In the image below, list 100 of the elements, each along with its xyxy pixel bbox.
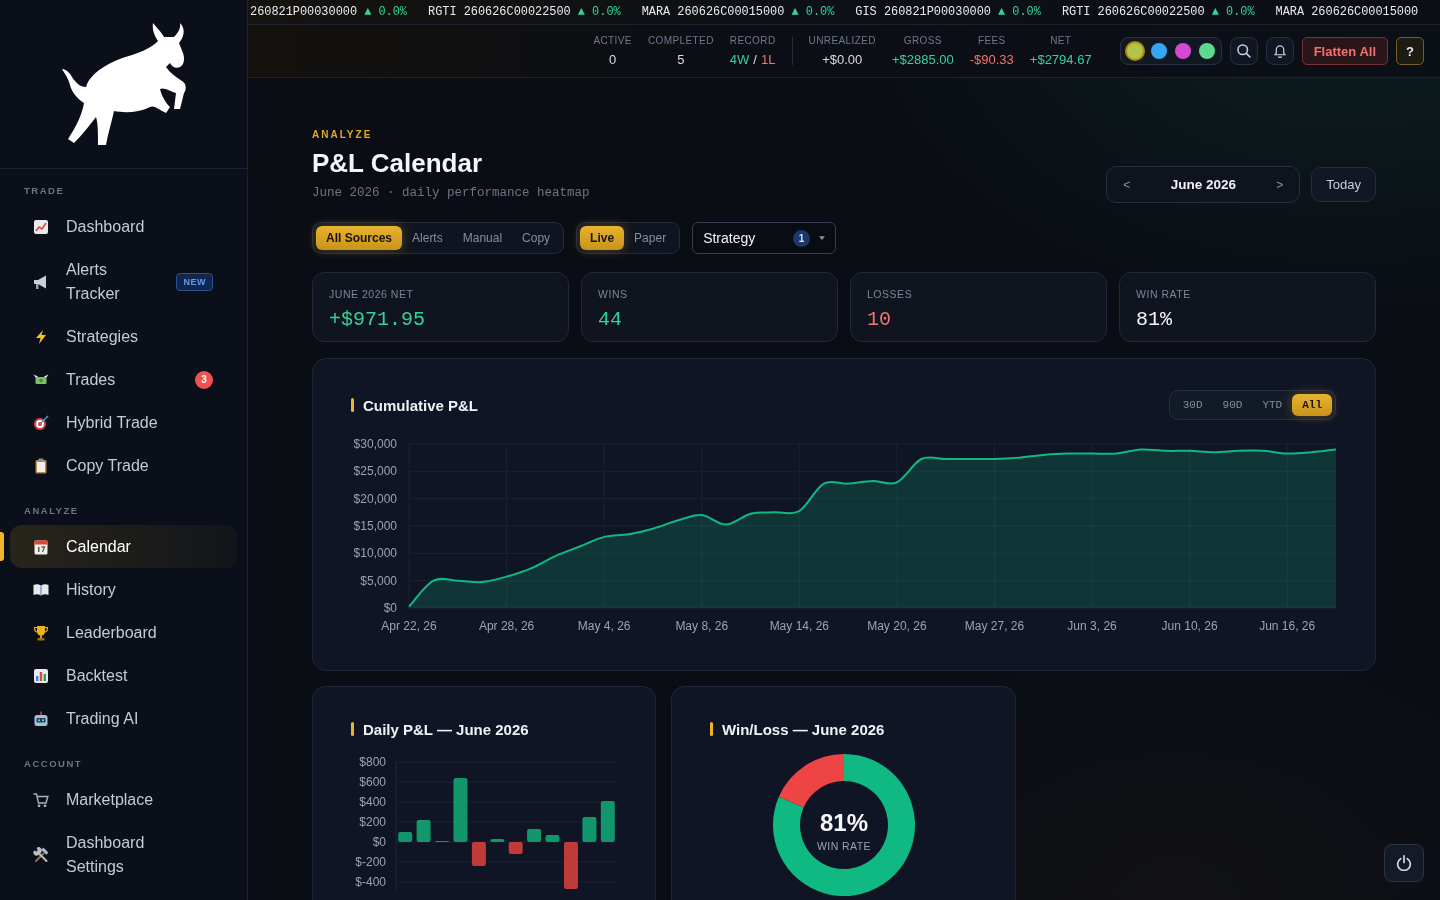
count-badge: 1	[793, 229, 811, 247]
axis-label: Jun 16, 26	[1259, 619, 1316, 633]
chart-bar	[398, 832, 413, 842]
bar-chart-icon	[33, 667, 49, 684]
filter-tab[interactable]: All Sources	[316, 226, 403, 250]
sidebar-item[interactable]: Marketplace	[0, 778, 237, 821]
power-button[interactable]	[1384, 844, 1424, 882]
axis-label: $600	[359, 775, 386, 789]
swatch-icon[interactable]	[1198, 43, 1215, 59]
axis-label: $200	[359, 815, 386, 829]
axis-label: May 20, 26	[867, 619, 927, 633]
section-heading: ANALYZE	[23, 505, 80, 517]
range-tab[interactable]: All	[1292, 394, 1332, 416]
kpi-value: 81%	[1136, 307, 1173, 333]
filter-tab[interactable]: Paper	[624, 226, 677, 250]
stat-value: 0	[609, 51, 617, 68]
clipboard-icon	[33, 457, 49, 474]
axis-label: $30,000	[353, 437, 397, 451]
stat-value: +$2885.00	[891, 51, 954, 68]
sidebar-item[interactable]: Hybrid Trade	[0, 401, 237, 444]
sidebar-item[interactable]: Leaderboard	[0, 611, 237, 654]
trophy-icon	[33, 624, 49, 641]
sidebar-item[interactable]: Alerts Tracker NEW	[0, 248, 237, 315]
chart-bar	[564, 842, 578, 889]
active-indicator	[0, 532, 4, 561]
flatten-all-button[interactable]: Flatten All	[1301, 37, 1388, 65]
target-icon	[33, 414, 49, 431]
sidebar-item[interactable]: Trading AI	[0, 697, 237, 740]
chart-bar	[545, 835, 560, 842]
chart-bar	[582, 817, 597, 842]
donut-value: 81%	[819, 809, 868, 836]
calendar-icon	[33, 538, 49, 555]
sidebar-item[interactable]: Trades 3	[0, 358, 237, 401]
kpi-label: LOSSES	[867, 288, 914, 301]
axis-label: $-400	[355, 875, 386, 889]
title-marker-icon	[710, 722, 713, 736]
axis-label: $25,000	[353, 464, 397, 479]
axis-label: $0	[372, 835, 386, 849]
range-tab[interactable]: YTD	[1252, 394, 1293, 416]
ticker-item: 260821P00030000 ▲ 0.0%	[250, 5, 407, 19]
swatch-icon[interactable]	[1150, 43, 1167, 59]
kpi-label: WIN RATE	[1136, 288, 1192, 301]
sidebar-item[interactable]: Dashboard	[0, 205, 237, 248]
donut-label: WIN RATE	[816, 840, 871, 852]
sidebar-item[interactable]: Calendar	[0, 525, 237, 568]
range-tab[interactable]: 90D	[1212, 394, 1253, 416]
megaphone-icon	[33, 273, 49, 290]
axis-label: $-200	[355, 855, 386, 869]
swatch-icon[interactable]	[1126, 43, 1143, 59]
help-button[interactable]: ?	[1396, 37, 1424, 65]
filter-tab[interactable]: Alerts	[402, 226, 453, 250]
stat-value: -$90.33	[969, 51, 1014, 68]
swatch-icon[interactable]	[1174, 43, 1191, 59]
sidebar-item[interactable]: Copy Trade	[0, 444, 237, 487]
axis-label: $20,000	[353, 491, 397, 506]
axis-label: May 27, 26	[964, 619, 1025, 633]
stat-label: ACTIVE	[593, 34, 632, 47]
search-icon	[1236, 44, 1251, 58]
count-badge: 3	[195, 370, 213, 389]
page-subtitle: June 2026 · daily performance heatmap	[312, 185, 590, 202]
ticker-item: RGTI 260626C00022500 ▲ 0.0%	[1061, 5, 1255, 19]
axis-label: May 14, 26	[769, 619, 829, 633]
sidebar-item[interactable]: Strategies	[0, 315, 237, 358]
section-heading: TRADE	[23, 185, 66, 197]
card-title: Daily P&L — June 2026	[363, 720, 529, 738]
ticker-item: MARA 260626C00015000 ▲ 0.0%	[641, 5, 835, 19]
stat-label: COMPLETED	[647, 34, 714, 47]
axis-label: $800	[359, 755, 386, 769]
axis-label: Apr 28, 26	[478, 619, 535, 633]
axis-label: $5,000	[360, 573, 397, 588]
card-title: Win/Loss — June 2026	[722, 720, 885, 738]
filter-tab[interactable]: Manual	[452, 226, 513, 250]
line-chart-icon	[33, 218, 49, 235]
kpi-value: +$971.95	[329, 307, 426, 333]
chart-bar	[453, 778, 468, 842]
filter-tab[interactable]: Copy	[512, 226, 561, 250]
prev-month-button[interactable]: <	[1113, 173, 1141, 196]
strategy-dropdown[interactable]: Strategy 1	[692, 222, 837, 254]
bell-icon	[1272, 44, 1287, 58]
axis-label: Jun 3, 26	[1067, 619, 1117, 633]
stat-value: 5	[677, 51, 685, 68]
range-tab[interactable]: 30D	[1172, 394, 1213, 416]
today-button[interactable]: Today	[1311, 167, 1376, 202]
next-month-button[interactable]: >	[1266, 173, 1294, 196]
search-button[interactable]	[1229, 37, 1258, 65]
chart-bar	[527, 829, 542, 842]
axis-label: $10,000	[353, 546, 397, 561]
caret-icon	[819, 236, 826, 240]
sidebar-item[interactable]: History	[0, 568, 237, 611]
sidebar-item[interactable]: Backtest	[0, 654, 237, 697]
kpi-value: 10	[867, 307, 892, 333]
stat-label: UNREALIZED	[808, 34, 876, 47]
sidebar-item[interactable]: Dashboard Settings	[0, 821, 237, 888]
robot-icon	[33, 710, 49, 727]
filter-tab[interactable]: Live	[580, 226, 625, 250]
title-marker-icon	[351, 398, 354, 412]
notifications-button[interactable]	[1265, 37, 1294, 65]
axis-label: $0	[383, 601, 397, 615]
stat-value: +$2794.67	[1029, 51, 1092, 68]
axis-label: $400	[359, 795, 386, 809]
